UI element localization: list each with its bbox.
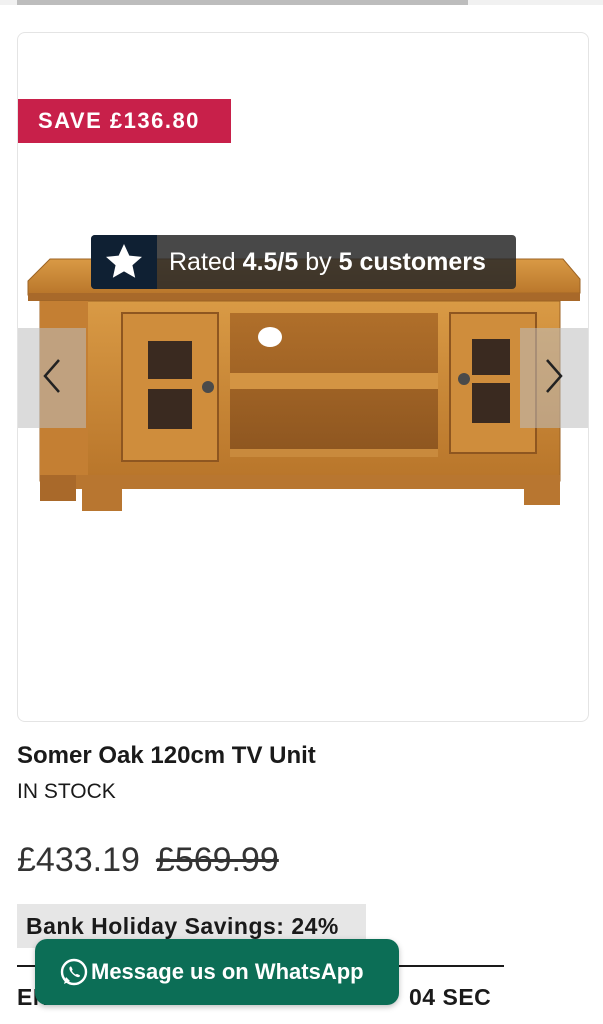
product-title: Somer Oak 120cm TV Unit [17,742,316,769]
rating-overlay[interactable]: Rated 4.5/5 by 5 customers [91,235,516,289]
image-progress-track [0,0,603,5]
save-badge: SAVE £136.80 [18,99,231,143]
carousel-next-button[interactable] [520,328,588,428]
product-image-card[interactable]: SAVE £136.80 Rated 4.5/5 by 5 customers [17,32,589,722]
was-price: £569.99 [155,841,279,879]
star-icon [91,235,157,289]
rating-text: Rated 4.5/5 by 5 customers [157,248,486,277]
carousel-prev-button[interactable] [18,328,86,428]
rating-by: by [305,247,332,276]
stock-status: IN STOCK [17,780,116,803]
rating-count: 5 customers [338,247,486,276]
chevron-left-icon [39,356,65,401]
price-row: £433.19 £569.99 [17,841,279,880]
rating-score: 4.5/5 [242,247,299,276]
current-price: £433.19 [17,841,140,879]
whatsapp-chat-button[interactable]: Message us on WhatsApp [35,939,399,1005]
chevron-right-icon [541,356,567,401]
rating-prefix: Rated [169,247,236,276]
countdown-seconds: 04 SEC [409,984,492,1010]
whatsapp-icon [59,957,89,987]
image-progress-fill [17,0,468,5]
whatsapp-button-label: Message us on WhatsApp [91,959,364,984]
